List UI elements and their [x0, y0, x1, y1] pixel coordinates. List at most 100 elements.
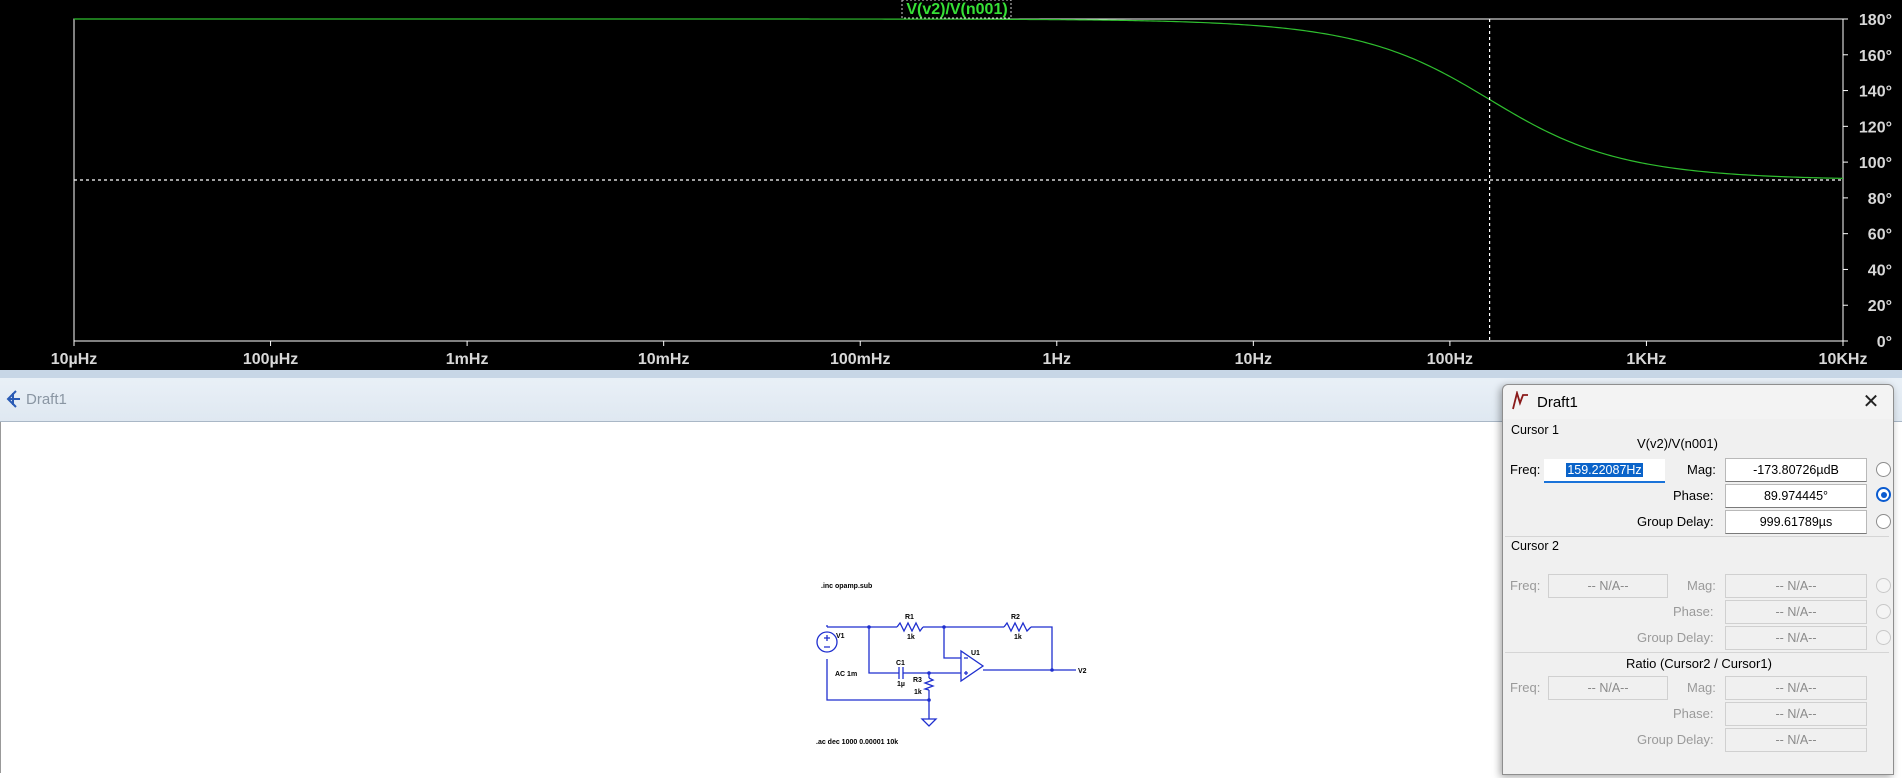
y-tick-label: 160° [1859, 48, 1892, 65]
v1-value[interactable]: AC 1m [835, 671, 857, 678]
x-tick-label: 100Hz [1427, 351, 1473, 368]
opamp-inputs [964, 657, 968, 675]
ratio-gd-field: -- N/A-- [1725, 728, 1867, 752]
r1-name[interactable]: R1 [905, 614, 914, 621]
cursor2-phase-label: Phase: [1673, 604, 1714, 619]
cursor2-gd-field: -- N/A-- [1725, 626, 1867, 650]
close-button[interactable]: ✕ [1859, 390, 1883, 414]
r3-value[interactable]: 1k [914, 689, 922, 696]
c1-value[interactable]: 1µ [897, 681, 905, 688]
junction [927, 671, 931, 675]
wire-feedback[interactable] [943, 627, 961, 659]
y-axis-ticks: 180° 160° 140° 120° 100° 80° 60° 40° 20° 0° [1843, 12, 1892, 351]
y-tick-label: 40° [1868, 262, 1892, 279]
cursor1-phase-field[interactable]: 89.974445° [1725, 484, 1867, 508]
schematic-drawing[interactable]: .inc opamp.sub .ac dec 1000 0.00001 10k … [1, 422, 1501, 773]
u1-name[interactable]: U1 [971, 650, 980, 657]
trace-title[interactable]: V(v2)/V(n001) [906, 1, 1007, 18]
ratio-phase-label: Phase: [1673, 706, 1714, 721]
junction [867, 625, 871, 629]
cursor1-gd-label: Group Delay: [1637, 514, 1714, 529]
r1-value[interactable]: 1k [907, 634, 915, 641]
cursor2-freq-label: Freq: [1510, 578, 1541, 593]
wire-v1-top[interactable] [826, 625, 869, 628]
cursor2-phase-field: -- N/A-- [1725, 600, 1867, 624]
r2-symbol[interactable] [1003, 621, 1032, 633]
junction [942, 625, 946, 629]
cursor2-freq-field: -- N/A-- [1548, 574, 1668, 598]
cursor1-phase-radio[interactable] [1876, 487, 1891, 502]
c1-name[interactable]: C1 [896, 660, 905, 667]
y-tick-label: 80° [1868, 191, 1892, 208]
ratio-phase-field: -- N/A-- [1725, 702, 1867, 726]
phase-plot[interactable]: 10µHz 100µHz 1mHz 10mHz 100mHz 1Hz 10Hz 100Hz 1K… [0, 0, 1902, 370]
cursor1-freq-label: Freq: [1510, 462, 1541, 477]
cursor1-mag-label: Mag: [1687, 462, 1716, 477]
c1-symbol[interactable] [896, 667, 906, 679]
y-tick-label: 100° [1859, 155, 1892, 172]
schematic-window-title: Draft1 [26, 391, 67, 408]
cursor2-gd-radio [1876, 630, 1891, 645]
r3-symbol[interactable] [922, 677, 935, 691]
ratio-group-label: Ratio (Cursor2 / Cursor1) [1626, 656, 1772, 671]
ratio-freq-field: -- N/A-- [1548, 676, 1668, 700]
ground-symbol [920, 718, 938, 727]
inc-directive[interactable]: .inc opamp.sub [821, 583, 872, 590]
r2-value[interactable]: 1k [1014, 634, 1022, 641]
cursor2-mag-radio [1876, 578, 1891, 593]
y-tick-label: 180° [1859, 12, 1892, 29]
cursor2-mag-label: Mag: [1687, 578, 1716, 593]
ratio-freq-label: Freq: [1510, 680, 1541, 695]
pane-divider[interactable] [0, 370, 1902, 378]
x-tick-label: 10Hz [1235, 351, 1272, 368]
cursor2-gd-label: Group Delay: [1637, 630, 1714, 645]
v1-polarity [824, 635, 830, 648]
ac-directive[interactable]: .ac dec 1000 0.00001 10k [816, 739, 898, 746]
r3-name[interactable]: R3 [913, 677, 922, 684]
x-tick-label: 100µHz [243, 351, 298, 368]
cursor1-mag-field[interactable]: -173.80726µdB [1725, 458, 1867, 482]
r1-symbol[interactable] [896, 621, 924, 633]
cursor-dialog-titlebar[interactable]: Draft1 ✕ [1503, 385, 1893, 419]
y-tick-label: 0° [1877, 334, 1892, 351]
junction [927, 698, 931, 702]
ratio-gd-label: Group Delay: [1637, 732, 1714, 747]
cursor1-gd-radio[interactable] [1876, 514, 1891, 529]
y-tick-label: 20° [1868, 298, 1892, 315]
schematic-app-icon [6, 390, 20, 408]
cursor2-group-separator [1505, 536, 1889, 537]
cursor1-mag-radio[interactable] [1876, 462, 1891, 477]
cursor2-phase-radio [1876, 604, 1891, 619]
y-tick-label: 140° [1859, 84, 1892, 101]
cursor1-trace-name: V(v2)/V(n001) [1637, 436, 1718, 451]
r2-name[interactable]: R2 [1011, 614, 1020, 621]
x-axis-ticks: 10µHz 100µHz 1mHz 10mHz 100mHz 1Hz 10Hz 100Hz 1K… [51, 341, 1867, 368]
waveform-pane[interactable]: 10µHz 100µHz 1mHz 10mHz 100mHz 1Hz 10Hz 100Hz 1K… [0, 0, 1902, 370]
x-tick-label: 10µHz [51, 351, 98, 368]
cursor-dialog-title: Draft1 [1537, 394, 1578, 411]
ratio-group-separator [1505, 652, 1889, 653]
cursor1-phase-label: Phase: [1673, 488, 1714, 503]
cursor2-group-label: Cursor 2 [1511, 539, 1559, 553]
waveform-app-icon [1512, 391, 1528, 410]
x-tick-label: 1Hz [1043, 351, 1071, 368]
v1-name[interactable]: V1 [836, 633, 845, 640]
cursor1-group-label: Cursor 1 [1511, 423, 1559, 437]
y-tick-label: 60° [1868, 227, 1892, 244]
wire-c1[interactable] [868, 627, 896, 674]
cursor1-freq-value: 159.22087Hz [1566, 463, 1643, 477]
net-label-v2[interactable]: V2 [1078, 668, 1087, 675]
junction [1050, 668, 1054, 672]
ratio-mag-label: Mag: [1687, 680, 1716, 695]
y-tick-label: 120° [1859, 119, 1892, 136]
ratio-mag-field: -- N/A-- [1725, 676, 1867, 700]
x-tick-label: 1KHz [1626, 351, 1666, 368]
cursor1-gd-field[interactable]: 999.61789µs [1725, 510, 1867, 534]
trace-line[interactable] [74, 18, 1844, 179]
wire-r2-out[interactable] [1031, 626, 1053, 670]
cursor2-mag-field: -- N/A-- [1725, 574, 1867, 598]
cursor-dialog[interactable]: Draft1 ✕ Cursor 1 V(v2)/V(n001) Freq: 15… [1502, 384, 1894, 775]
x-tick-label: 1mHz [446, 351, 489, 368]
x-tick-label: 10mHz [638, 351, 690, 368]
cursor1-freq-field[interactable]: 159.22087Hz [1544, 459, 1665, 483]
